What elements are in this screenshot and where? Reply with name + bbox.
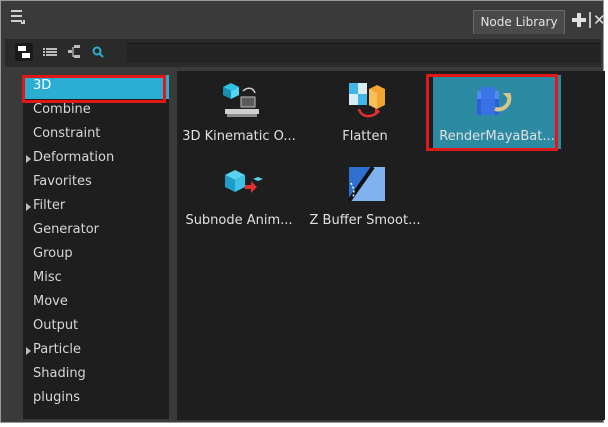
hamburger-menu-icon[interactable] bbox=[11, 10, 25, 24]
list-view-button[interactable] bbox=[41, 43, 59, 61]
category-item[interactable]: Output bbox=[23, 315, 169, 339]
close-icon[interactable]: ✕ bbox=[593, 12, 606, 28]
node-view-button[interactable] bbox=[15, 43, 33, 61]
category-label: Misc bbox=[33, 270, 62, 285]
category-item[interactable]: Generator bbox=[23, 219, 169, 243]
title-bar: Node Library ✕ bbox=[1, 1, 606, 39]
list-view-icon bbox=[43, 48, 57, 56]
node-item[interactable]: Z Buffer Smoot... bbox=[303, 159, 427, 239]
category-item[interactable]: 3D bbox=[23, 75, 169, 99]
separator bbox=[589, 12, 591, 28]
category-item[interactable]: Shading bbox=[23, 363, 169, 387]
node-label: RenderMayaBat... bbox=[439, 129, 555, 144]
kinematic-output-icon bbox=[223, 83, 259, 117]
search-input[interactable] bbox=[127, 43, 601, 63]
category-label: Shading bbox=[33, 366, 86, 381]
category-label: Constraint bbox=[33, 126, 101, 141]
node-library-panel: Node Library ✕ 3D Combine Constraint Def… bbox=[0, 0, 606, 423]
category-label: Generator bbox=[33, 222, 100, 237]
category-label: Combine bbox=[33, 102, 91, 117]
plus-icon[interactable] bbox=[572, 13, 586, 27]
node-item[interactable]: Subnode Anim... bbox=[177, 159, 301, 239]
category-item[interactable]: Group bbox=[23, 243, 169, 267]
z-buffer-smoothing-icon bbox=[347, 165, 385, 203]
subnode-animation-icon bbox=[225, 170, 263, 193]
category-item[interactable]: Combine bbox=[23, 99, 169, 123]
toolbar bbox=[5, 39, 601, 67]
tree-view-button[interactable] bbox=[65, 43, 83, 61]
category-item[interactable]: Move bbox=[23, 291, 169, 315]
category-label: Output bbox=[33, 318, 79, 333]
category-label: plugins bbox=[33, 390, 80, 405]
node-item[interactable]: Flatten bbox=[303, 75, 427, 155]
category-label: Particle bbox=[33, 342, 82, 357]
category-label: Move bbox=[33, 294, 68, 309]
node-label: 3D Kinematic O... bbox=[182, 129, 296, 144]
category-item[interactable]: Filter bbox=[23, 195, 169, 219]
node-grid: 3D Kinematic O... Flatten RenderMayaBat.… bbox=[173, 71, 605, 420]
category-item[interactable]: Deformation bbox=[23, 147, 169, 171]
expand-arrow-icon[interactable] bbox=[26, 155, 31, 163]
category-item[interactable]: Constraint bbox=[23, 123, 169, 147]
category-label: Group bbox=[33, 246, 73, 261]
node-item[interactable]: RenderMayaBat... bbox=[433, 75, 561, 149]
search-button[interactable] bbox=[89, 43, 107, 61]
flatten-icon bbox=[349, 83, 385, 118]
category-label: Filter bbox=[33, 198, 66, 213]
node-label: Z Buffer Smoot... bbox=[309, 213, 421, 228]
category-label: 3D bbox=[33, 78, 52, 93]
expand-arrow-icon[interactable] bbox=[26, 203, 31, 211]
library-content: 3D Combine Constraint Deformation Favorites F… bbox=[5, 71, 605, 420]
node-label: Subnode Anim... bbox=[185, 213, 293, 228]
category-item[interactable]: plugins bbox=[23, 387, 169, 411]
category-item[interactable]: Particle bbox=[23, 339, 169, 363]
category-list: 3D Combine Constraint Deformation Favorites F… bbox=[23, 75, 169, 419]
tree-view-icon bbox=[68, 45, 80, 58]
node-label: Flatten bbox=[342, 129, 388, 144]
category-item[interactable]: Favorites bbox=[23, 171, 169, 195]
tab-node-library[interactable]: Node Library bbox=[473, 10, 565, 34]
category-label: Deformation bbox=[33, 150, 115, 165]
category-label: Favorites bbox=[33, 174, 92, 189]
category-item[interactable]: Misc bbox=[23, 267, 169, 291]
render-maya-batch-icon bbox=[477, 87, 512, 115]
expand-arrow-icon[interactable] bbox=[26, 347, 31, 355]
node-item[interactable]: 3D Kinematic O... bbox=[177, 75, 301, 155]
node-view-icon bbox=[18, 46, 30, 58]
search-icon bbox=[92, 46, 104, 58]
